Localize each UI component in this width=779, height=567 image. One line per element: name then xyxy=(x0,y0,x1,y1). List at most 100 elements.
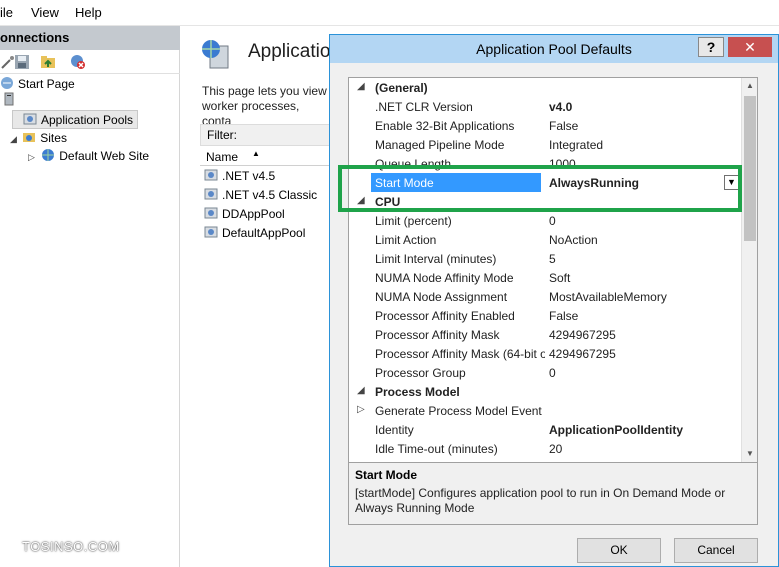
app-pool-icon xyxy=(204,168,218,182)
disconnect-icon[interactable] xyxy=(70,54,86,70)
collapse-arrow-icon[interactable]: ◢ xyxy=(357,385,365,396)
menu-bar: ile View Help xyxy=(0,0,779,26)
scroll-down-icon[interactable]: ▼ xyxy=(742,446,757,462)
pool-name: DDAppPool xyxy=(222,207,285,221)
scroll-thumb[interactable] xyxy=(744,96,756,241)
watermark: TOSINSO.COM xyxy=(22,539,120,554)
property-name: Limit Action xyxy=(375,233,437,247)
list-item[interactable]: .NET v4.5 Classic xyxy=(204,187,317,202)
app-pool-icon xyxy=(204,206,218,220)
property-value: Soft xyxy=(549,271,571,285)
property-value: 20 xyxy=(549,442,563,456)
property-row[interactable]: Enable 32-Bit Applications False xyxy=(349,116,741,135)
property-row[interactable]: ▷ Generate Process Model Event L xyxy=(349,401,741,420)
property-name: NUMA Node Assignment xyxy=(375,290,508,304)
property-name: Identity xyxy=(375,423,414,437)
expand-arrow-icon[interactable]: ◢ xyxy=(10,134,17,144)
menu-file[interactable]: ile xyxy=(0,5,13,20)
property-value: False xyxy=(549,309,579,323)
property-row[interactable]: Limit (percent) 0 xyxy=(349,211,741,230)
property-description-panel: Start Mode [startMode] Configures applic… xyxy=(348,463,758,525)
save-icon[interactable] xyxy=(14,54,30,70)
property-row[interactable]: NUMA Node Assignment MostAvailableMemory xyxy=(349,287,741,306)
property-value: v4.0 xyxy=(549,100,573,114)
property-row[interactable]: .NET CLR Version v4.0 xyxy=(349,97,741,116)
page-title: Applicatio xyxy=(248,41,331,62)
pool-name: DefaultAppPool xyxy=(222,226,306,240)
name-column-label: Name xyxy=(206,150,239,164)
property-row[interactable]: Limit Action NoAction xyxy=(349,230,741,249)
property-row[interactable]: NUMA Node Affinity Mode Soft xyxy=(349,268,741,287)
collapse-arrow-icon[interactable]: ▷ xyxy=(28,152,35,162)
pool-name: .NET v4.5 Classic xyxy=(222,188,318,202)
app-pool-icon xyxy=(204,225,218,239)
app-pool-icon xyxy=(204,187,218,201)
property-name: Limit Interval (minutes) xyxy=(375,252,497,266)
tree-sites[interactable]: ◢ Sites xyxy=(10,130,67,145)
property-value: Integrated xyxy=(549,138,604,152)
property-row[interactable]: Processor Affinity Enabled False xyxy=(349,306,741,325)
property-row[interactable]: Processor Affinity Mask 4294967295 xyxy=(349,325,741,344)
scroll-up-icon[interactable]: ▲ xyxy=(742,78,757,94)
property-category-name: (General) xyxy=(375,81,428,95)
property-grid-scrollbar[interactable]: ▲ ▼ xyxy=(741,78,757,462)
globe-icon xyxy=(41,148,55,162)
tree-application-pools[interactable]: Application Pools xyxy=(12,110,139,129)
property-category-row[interactable]: ◢ (General) xyxy=(349,78,741,97)
help-button[interactable]: ? xyxy=(698,37,724,57)
property-name: NUMA Node Affinity Mode xyxy=(375,271,514,285)
connections-pane: onnections Start Page Application Pools … xyxy=(0,26,180,567)
connections-header: onnections xyxy=(0,26,180,50)
tree-start-page-label: Start Page xyxy=(18,77,75,91)
property-row[interactable]: Processor Group 0 xyxy=(349,363,741,382)
cancel-button[interactable]: Cancel xyxy=(674,538,758,563)
connections-toolbar xyxy=(0,50,180,74)
property-row[interactable]: Managed Pipeline Mode Integrated xyxy=(349,135,741,154)
app-pools-page-icon xyxy=(200,38,232,70)
tree-default-web-site[interactable]: ▷ Default Web Site xyxy=(28,148,149,163)
close-button[interactable]: ✕ xyxy=(728,37,772,57)
property-value: 4294967295 xyxy=(549,328,616,342)
tree-application-pools-label: Application Pools xyxy=(41,113,134,127)
property-name: .NET CLR Version xyxy=(375,100,473,114)
property-description-title: Start Mode xyxy=(355,468,418,482)
highlight-box xyxy=(338,165,742,212)
dialog-title-bar[interactable]: Application Pool Defaults ? ✕ xyxy=(330,35,778,63)
property-value: MostAvailableMemory xyxy=(549,290,667,304)
collapse-arrow-icon[interactable]: ◢ xyxy=(357,81,365,92)
property-value: 4294967295 xyxy=(549,347,616,361)
expand-arrow-icon[interactable]: ▷ xyxy=(357,404,365,415)
property-name: Idle Time-out (minutes) xyxy=(375,442,498,456)
app-pools-icon xyxy=(23,112,37,126)
property-value: 5 xyxy=(549,252,556,266)
property-value: ApplicationPoolIdentity xyxy=(549,423,683,437)
property-row[interactable]: Identity ApplicationPoolIdentity xyxy=(349,420,741,439)
sites-folder-icon xyxy=(22,130,36,144)
property-category-row[interactable]: ◢ Process Model xyxy=(349,382,741,401)
start-page-icon xyxy=(0,76,14,90)
server-icon[interactable] xyxy=(2,92,16,109)
up-folder-icon[interactable] xyxy=(40,54,56,70)
list-item[interactable]: DefaultAppPool xyxy=(204,225,305,240)
property-name: Processor Affinity Mask (64-bit o xyxy=(375,347,545,361)
property-name: Generate Process Model Event L xyxy=(375,404,545,418)
pool-name: .NET v4.5 xyxy=(222,169,276,183)
menu-help[interactable]: Help xyxy=(75,5,102,20)
tree-start-page[interactable]: Start Page xyxy=(0,76,75,91)
filter-bar[interactable]: Filter: xyxy=(200,124,340,146)
property-row[interactable]: Processor Affinity Mask (64-bit o 4294967… xyxy=(349,344,741,363)
property-grid: ◢ (General) .NET CLR Version v4.0 Enable 32-… xyxy=(348,77,758,463)
list-item[interactable]: DDAppPool xyxy=(204,206,285,221)
property-row[interactable]: Limit Interval (minutes) 5 xyxy=(349,249,741,268)
property-name: Enable 32-Bit Applications xyxy=(375,119,515,133)
list-item[interactable]: .NET v4.5 xyxy=(204,168,275,183)
sort-ascending-icon: ▲ xyxy=(252,149,260,158)
property-name: Processor Affinity Mask xyxy=(375,328,500,342)
property-value: False xyxy=(549,119,579,133)
property-value: 0 xyxy=(549,366,556,380)
property-row[interactable]: Idle Time-out (minutes) 20 xyxy=(349,439,741,458)
ok-button[interactable]: OK xyxy=(577,538,661,563)
menu-view[interactable]: View xyxy=(31,5,59,20)
property-description-text: [startMode] Configures application pool … xyxy=(355,486,726,515)
name-column-header[interactable]: Name ▲ xyxy=(200,148,340,166)
